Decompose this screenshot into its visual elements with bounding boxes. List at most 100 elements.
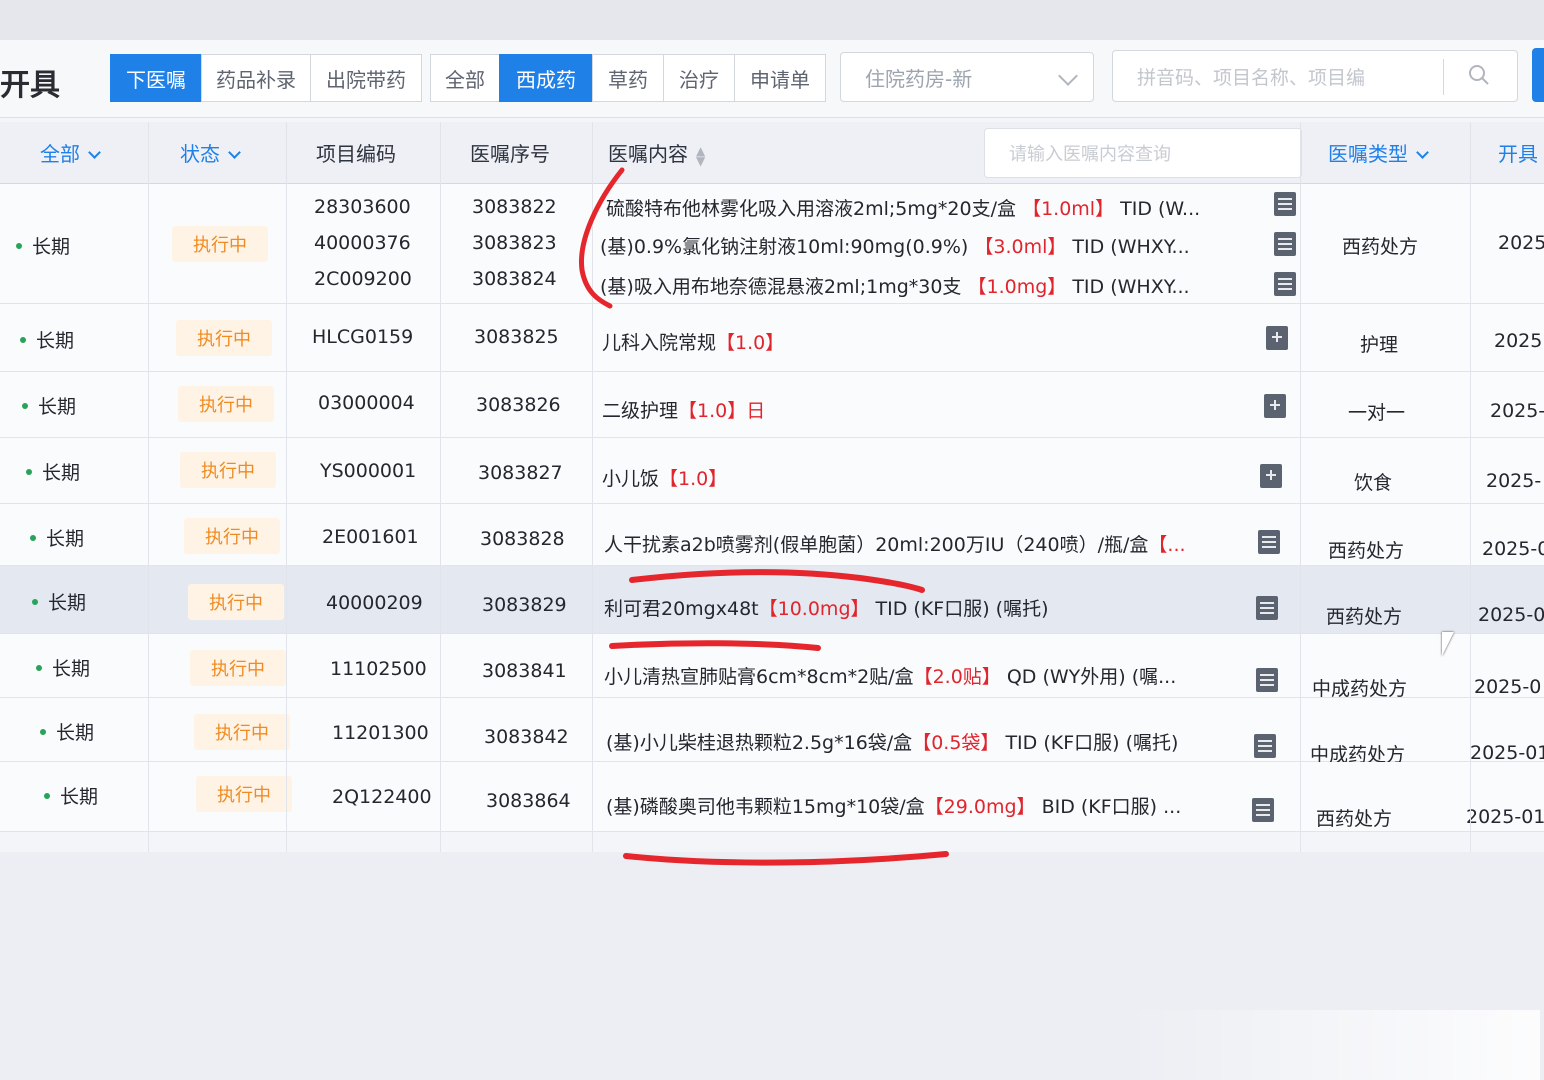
document-icon[interactable] — [1254, 734, 1276, 758]
status-dot — [40, 729, 46, 735]
order-no: 3083824 — [472, 268, 557, 290]
order-type: 西药处方 — [1316, 808, 1393, 830]
open-date: 2025-01 — [1470, 742, 1544, 764]
drug-name: 硫酸特布他林雾化吸入用溶液2ml;5mg*20支/盒 — [606, 198, 1017, 220]
document-icon[interactable] — [1252, 798, 1274, 822]
status-badge: 执行中 — [184, 518, 280, 554]
open-date: 2025 — [1498, 232, 1544, 254]
status-badge: 执行中 — [196, 776, 292, 812]
dose: 【3.0ml】 — [974, 236, 1067, 258]
tab-drug-supplement[interactable]: 药品补录 — [201, 54, 311, 102]
document-icon[interactable] — [1256, 668, 1278, 692]
dose: 【1.0】日 — [678, 400, 766, 422]
chevron-down-icon — [228, 146, 241, 159]
table-row[interactable]: 长期 执行中 2E001601 3083828 人干扰素a2b喷雾剂(假单胞菌）… — [0, 504, 1544, 566]
column-divider — [148, 122, 149, 852]
search-icon[interactable] — [1467, 63, 1491, 87]
status-dot — [32, 599, 38, 605]
tab-order[interactable]: 下医嘱 — [110, 54, 202, 102]
filter-request[interactable]: 申请单 — [734, 54, 826, 102]
header-item-code: 项目编码 — [316, 142, 396, 166]
order-no: 3083828 — [480, 528, 565, 550]
header-all[interactable]: 全部 — [40, 138, 101, 167]
order-content: 二级护理【1.0】日 — [602, 396, 1242, 423]
dose: 【29.0mg】 — [924, 796, 1036, 818]
search-placeholder: 拼音码、项目名称、项目编 — [1137, 66, 1366, 89]
header-status[interactable]: 状态 — [180, 138, 241, 167]
order-content: (基)磷酸奥司他韦颗粒15mg*10袋/盒【29.0mg】 BID (KF口服)… — [606, 792, 1246, 819]
document-icon[interactable] — [1274, 232, 1296, 256]
order-content: (基)吸入用布地奈德混悬液2ml;1mg*30支 【1.0mg】 TID (WH… — [600, 272, 1266, 299]
drug-name: 利可君20mgx48t — [604, 598, 759, 620]
item-name: 二级护理 — [602, 400, 679, 422]
document-icon[interactable] — [1256, 596, 1278, 620]
filter-herbal[interactable]: 草药 — [592, 54, 664, 102]
filter-all[interactable]: 全部 — [430, 54, 500, 102]
table-row[interactable]: 长期 执行中 28303600 40000376 2C009200 308382… — [0, 184, 1544, 304]
order-type: 西药处方 — [1328, 540, 1405, 562]
term-label: 长期 — [56, 722, 95, 744]
filter-treatment[interactable]: 治疗 — [663, 54, 735, 102]
dose: 【1.0】 — [716, 332, 785, 354]
term-cell: 长期 — [40, 718, 94, 745]
add-document-icon[interactable] — [1260, 464, 1282, 488]
order-no: 3083864 — [486, 790, 571, 812]
header-order-no: 医嘱序号 — [470, 142, 550, 166]
header-all-label: 全部 — [40, 142, 80, 166]
add-document-icon[interactable] — [1266, 326, 1288, 350]
status-badge: 执行中 — [194, 714, 290, 750]
table-row[interactable]: 长期 执行中 03000004 3083826 二级护理【1.0】日 一对一 2… — [0, 372, 1544, 438]
order-type: 一对一 — [1348, 402, 1406, 424]
open-date: 2025-0 — [1474, 676, 1542, 698]
search-input[interactable]: 拼音码、项目名称、项目编 — [1112, 50, 1518, 102]
order-no: 3083842 — [484, 726, 569, 748]
filter-western-medicine[interactable]: 西成药 — [499, 54, 593, 102]
status-badge: 执行中 — [176, 320, 272, 356]
term-cell: 长期 — [32, 588, 86, 615]
order-content: 硫酸特布他林雾化吸入用溶液2ml;5mg*20支/盒 【1.0ml】 TID (… — [606, 194, 1266, 221]
document-icon[interactable] — [1258, 530, 1280, 554]
header-content[interactable]: 医嘱内容 ▲ ▼ — [608, 138, 705, 167]
table-row[interactable]: 长期 执行中 HLCG0159 3083825 儿科入院常规【1.0】 护理 2… — [0, 304, 1544, 372]
column-divider — [592, 122, 593, 852]
item-name: 小儿饭 — [602, 468, 660, 490]
header-order-type[interactable]: 医嘱类型 — [1328, 138, 1429, 167]
table-row[interactable]: 长期 执行中 11102500 3083841 小儿清热宣肺贴膏6cm*8cm*… — [0, 634, 1544, 700]
content-filter-input[interactable]: 请输入医嘱内容查询 — [984, 128, 1302, 178]
search-button[interactable] — [1532, 48, 1544, 102]
open-date: 2025-01 — [1466, 806, 1544, 828]
item-code: 40000209 — [326, 592, 423, 614]
open-date: 2025 — [1494, 330, 1543, 352]
order-content: 儿科入院常规【1.0】 — [602, 328, 1242, 355]
drug-name: (基)0.9%氯化钠注射液10ml:90mg(0.9%) — [600, 236, 969, 258]
table-row[interactable]: 长期 执行中 11201300 3083842 (基)小儿柴桂退热颗粒2.5g*… — [0, 698, 1544, 766]
frequency: QD (WY外用) (嘱... — [1006, 666, 1177, 688]
term-label: 长期 — [38, 396, 77, 418]
table-row[interactable]: 长期 执行中 40000209 3083829 利可君20mgx48t【10.0… — [0, 566, 1544, 634]
term-cell: 长期 — [26, 458, 80, 485]
table-row[interactable]: 长期 执行中 YS000001 3083827 小儿饭【1.0】 饮食 2025… — [0, 438, 1544, 504]
status-dot — [16, 243, 22, 249]
status-dot — [22, 403, 28, 409]
pharmacy-select-value: 住院药房-新 — [865, 66, 973, 91]
chevron-down-icon — [88, 146, 101, 159]
header-content-label: 医嘱内容 — [608, 142, 688, 166]
item-code: 2E001601 — [322, 526, 419, 548]
dose: 【0.5袋】 — [912, 732, 1000, 754]
table-row[interactable]: 长期 执行中 2Q122400 3083864 (基)磷酸奥司他韦颗粒15mg*… — [0, 762, 1544, 832]
term-cell: 长期 — [20, 326, 74, 353]
dose: 【10.0mg】 — [758, 598, 870, 620]
add-document-icon[interactable] — [1264, 394, 1286, 418]
item-code: 11102500 — [330, 658, 427, 680]
document-icon[interactable] — [1274, 192, 1296, 216]
term-cell: 长期 — [16, 232, 70, 259]
frequency: TID (WHXY... — [1072, 276, 1190, 298]
order-no: 3083825 — [474, 326, 559, 348]
open-date: 2025-0 — [1478, 604, 1544, 626]
pharmacy-select[interactable]: 住院药房-新 — [840, 52, 1094, 102]
dose: 【1.0ml】 — [1022, 198, 1115, 220]
document-icon[interactable] — [1274, 272, 1296, 296]
tab-discharge-drugs[interactable]: 出院带药 — [310, 54, 422, 102]
dose: 【1.0】 — [659, 468, 728, 490]
order-content: 利可君20mgx48t【10.0mg】 TID (KF口服) (嘱托) — [604, 594, 1244, 621]
